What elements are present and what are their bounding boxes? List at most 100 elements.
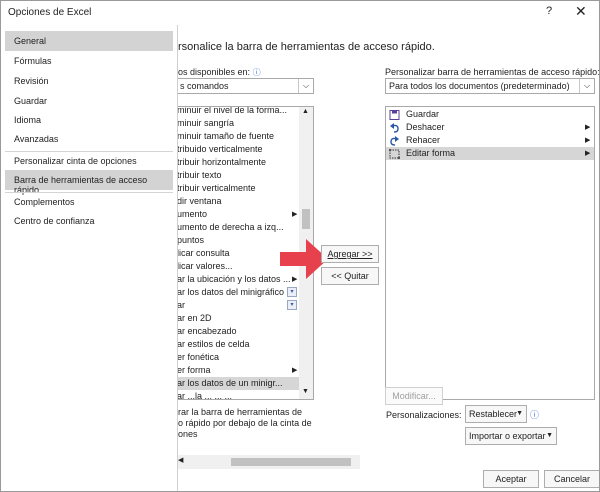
list-item[interactable]: Guardar: [386, 108, 594, 121]
list-item-label: minuir tamaño de fuente: [177, 131, 275, 141]
undo-icon: [390, 123, 399, 133]
remove-button[interactable]: << Quitar: [321, 267, 379, 285]
scroll-thumb[interactable]: [302, 209, 310, 229]
window-title: Opciones de Excel: [8, 7, 92, 18]
customizations-label: Personalizaciones:: [386, 410, 462, 420]
list-item[interactable]: tribuir verticalmente: [177, 182, 299, 195]
list-item[interactable]: umento de derecha a izq...: [177, 221, 299, 234]
list-item-label: Rehacer: [406, 135, 441, 145]
title-bar: Opciones de Excel ? ✕: [1, 1, 599, 25]
list-item[interactable]: er forma ▶: [177, 364, 299, 377]
list-item-label: minuir sangría: [177, 118, 235, 128]
list-item-label: licar consulta: [177, 248, 230, 258]
list-item-label: er fonética: [177, 352, 220, 362]
modify-button-label: Modificar...: [392, 391, 436, 401]
list-item-label: Deshacer: [406, 122, 445, 132]
chevron-right-icon: ▶: [292, 211, 298, 218]
list-item[interactable]: ar encabezado: [177, 325, 299, 338]
qat-list[interactable]: Guardar Deshacer ▶ Rehacer ▶ Editar form…: [385, 106, 595, 400]
horizontal-scroll-thumb[interactable]: [231, 458, 351, 466]
qat-scope-value: Para todos los documentos (predeterminad…: [389, 81, 570, 91]
below-ribbon-text-1: rar la barra de herramientas de: [178, 407, 303, 417]
sidebar-item-formulas[interactable]: Fórmulas: [5, 51, 173, 71]
list-item[interactable]: ar los datos del minigráfico ▾: [177, 286, 299, 299]
list-item-label: umento: [177, 209, 208, 219]
modify-button[interactable]: Modificar...: [385, 387, 443, 405]
sidebar-item-language[interactable]: Idioma: [5, 110, 173, 130]
list-item-label: Editar forma: [406, 148, 456, 158]
sidebar-item-general[interactable]: General: [5, 31, 173, 51]
list-item-label: puntos: [177, 235, 205, 245]
sidebar-item-save[interactable]: Guardar: [5, 91, 173, 111]
list-item[interactable]: tribuir texto: [177, 169, 299, 182]
list-item-label: ar encabezado: [177, 326, 237, 336]
list-item[interactable]: ar en 2D: [177, 312, 299, 325]
list-item-label: tribuir texto: [177, 170, 222, 180]
sidebar-item-advanced[interactable]: Avanzadas: [5, 129, 173, 149]
reset-button[interactable]: Restablecer ▼: [465, 405, 527, 423]
sidebar-item-customize-ribbon[interactable]: Personalizar cinta de opciones: [5, 151, 173, 171]
info-icon: ⓘ: [530, 410, 540, 420]
list-item-label: umento de derecha a izq...: [177, 222, 284, 232]
list-item[interactable]: dir ventana: [178, 195, 299, 208]
dropdown-arrow-icon: ▾: [287, 287, 297, 297]
ok-button-label: Aceptar: [495, 474, 527, 484]
below-ribbon-text-3: ones: [178, 429, 198, 439]
add-button-label: Agregar >>: [327, 249, 373, 259]
chevron-right-icon: ▶: [292, 367, 298, 374]
list-item[interactable]: Rehacer ▶: [386, 134, 594, 147]
list-item[interactable]: ar los datos de un minigr...: [177, 377, 299, 390]
save-icon: [389, 110, 400, 120]
chevron-right-icon: ▶: [585, 137, 591, 144]
list-item[interactable]: minuir sangría: [177, 117, 299, 130]
ok-button[interactable]: Aceptar: [483, 470, 539, 488]
help-icon[interactable]: ?: [546, 5, 552, 17]
list-item-label: minuir el nivel de la forma...: [177, 106, 288, 115]
list-item[interactable]: minuir el nivel de la forma...: [177, 106, 299, 117]
list-item-label: er forma: [177, 365, 211, 375]
qat-scope-dropdown[interactable]: Para todos los documentos (predeterminad…: [385, 78, 595, 94]
below-ribbon-text-2: o rápido por debajo de la cinta de: [178, 418, 312, 428]
list-item[interactable]: umento ▶: [177, 208, 299, 221]
list-item-label: ar la ubicación y los datos ...: [177, 274, 291, 284]
list-item-label: ar estilos de celda: [177, 339, 250, 349]
import-export-button[interactable]: Importar o exportar ▼: [465, 427, 557, 445]
list-item[interactable]: ar estilos de celda: [177, 338, 299, 351]
list-item-label: licar valores...: [177, 261, 233, 271]
scroll-down-icon[interactable]: ▼: [302, 388, 309, 395]
list-item[interactable]: tribuido verticalmente: [177, 143, 299, 156]
close-icon[interactable]: ✕: [575, 3, 587, 20]
list-item-label: tribuir horizontalmente: [177, 157, 267, 167]
info-icon: ⓘ: [252, 68, 261, 77]
list-item[interactable]: er fonética: [177, 351, 299, 364]
list-item-label: tribuido verticalmente: [177, 144, 263, 154]
list-item-label: ar en 2D: [177, 313, 212, 323]
commands-from-dropdown[interactable]: s comandos ⌵: [178, 78, 314, 94]
list-item[interactable]: ar ▾: [177, 299, 299, 312]
list-item[interactable]: minuir tamaño de fuente: [177, 130, 299, 143]
list-item-label: ar los datos del minigráfico: [177, 287, 285, 297]
main-panel: rsonalice la barra de herramientas de ac…: [177, 25, 599, 491]
sidebar-item-revision[interactable]: Revisión: [5, 71, 173, 91]
scroll-up-icon[interactable]: ▲: [302, 108, 309, 115]
sidebar-item-addins[interactable]: Complementos: [5, 192, 173, 212]
list-item-label: ar: [177, 300, 186, 310]
commands-from-label: os disponibles en: ⓘ: [178, 67, 261, 77]
horizontal-scrollbar[interactable]: ◀: [178, 455, 360, 469]
sidebar-item-quick-access-toolbar[interactable]: Barra de herramientas de acceso rápido: [5, 170, 173, 195]
list-item[interactable]: ar ...la ... ... ...: [178, 390, 299, 399]
list-item[interactable]: tribuir horizontalmente: [177, 156, 299, 169]
list-item-label: ar los datos de un minigr...: [177, 378, 283, 388]
list-item[interactable]: Deshacer ▶: [386, 121, 594, 134]
scroll-left-icon[interactable]: ◀: [178, 456, 183, 464]
cancel-button[interactable]: Cancelar: [544, 470, 599, 488]
dropdown-arrow-icon: ▾: [287, 300, 297, 310]
list-item-label: tribuir verticalmente: [177, 183, 256, 193]
commands-from-value: s comandos: [180, 81, 229, 91]
list-item-selected[interactable]: Editar forma ▶: [386, 147, 594, 160]
add-button[interactable]: Agregar >>: [321, 245, 379, 263]
excel-options-window: Opciones de Excel ? ✕ General Fórmulas R…: [0, 0, 600, 492]
caret-down-icon: ▼: [516, 410, 523, 417]
sidebar-item-trust-center[interactable]: Centro de confianza: [5, 211, 173, 231]
chevron-right-icon: ▶: [585, 150, 591, 157]
